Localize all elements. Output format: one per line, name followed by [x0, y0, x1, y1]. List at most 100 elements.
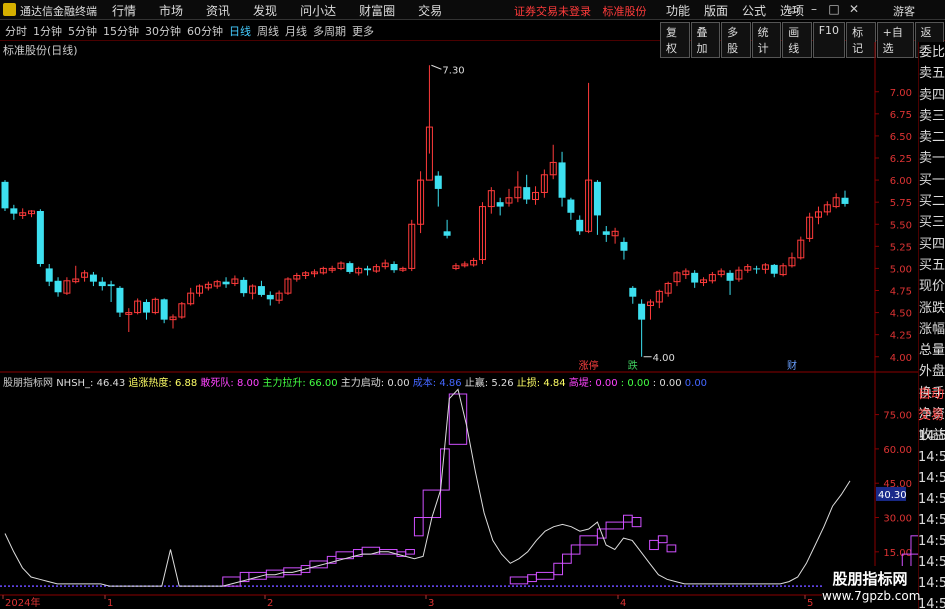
event-marker-1: 跌 — [628, 359, 638, 372]
candle-body — [346, 263, 354, 272]
trade-time-field-5: 14:56 — [918, 492, 945, 507]
main-chart-title: 标准股份(日线) — [3, 43, 78, 57]
event-marker-0: 涨停 — [579, 359, 599, 372]
candle-body — [240, 279, 248, 294]
candle-body — [567, 199, 575, 213]
trade-time-field-7: 14:56 — [918, 534, 945, 549]
price-tick-label-2: 6.50 — [890, 132, 912, 143]
trade-time-field-8: 14:56 — [918, 555, 945, 570]
candle-body — [434, 175, 442, 189]
quote-field-5: 卖一 — [919, 151, 945, 167]
candle-body — [89, 274, 97, 282]
indicator-header: 股朋指标网 NHSH_: 46.43 追涨热度: 6.88 敢死队: 8.00 … — [3, 376, 707, 389]
indicator-box — [335, 551, 354, 560]
watermark-url: www.7gpzb.com — [822, 589, 921, 603]
candle-body — [116, 287, 124, 313]
high-price-label: 7.30 — [442, 65, 464, 76]
candle-body — [602, 231, 610, 235]
indicator-item-9: : 0.00 — [621, 378, 653, 389]
quote-field-7: 买二 — [919, 194, 945, 210]
indicator-box — [448, 393, 468, 445]
indicator-item-4: 主力启动: 0.00 — [341, 376, 413, 389]
candle-body — [54, 280, 62, 293]
indicator-box — [361, 546, 381, 555]
trade-time-panel: 自动交易 14:56 14:56 14:56 14:56 14:56 14:56 14:56 1… — [918, 384, 945, 609]
candle-body — [638, 303, 646, 320]
low-price-label: 4.00 — [653, 353, 675, 364]
date-label-2: 2 — [267, 598, 273, 609]
price-tick-label-9: 4.75 — [890, 287, 912, 298]
indicator-item-3: 主力拉升: 66.00 — [262, 376, 340, 389]
nhsh-line — [4, 388, 851, 587]
quote-field-2: 卖四 — [919, 87, 945, 103]
indicator-item-5: 成本: 4.86 — [413, 376, 465, 389]
quote-field-1: 卖五 — [919, 66, 945, 82]
date-label-5: 5 — [807, 598, 813, 609]
indicator-tick-label-0: 75.00 — [883, 411, 912, 422]
indicator-box — [509, 576, 529, 585]
candle-body — [523, 187, 531, 200]
quote-field-12: 涨跌 — [919, 300, 945, 316]
indicator-box — [631, 517, 642, 528]
indicator-box — [570, 544, 581, 555]
indicator-tick-label-4: 15.00 — [883, 548, 912, 559]
trade-time-field-1[interactable]: 交易 — [918, 405, 945, 426]
indicator-box — [910, 535, 918, 555]
trade-time-field-3: 14:56 — [918, 450, 945, 465]
indicator-box — [222, 576, 241, 587]
price-tick-label-4: 6.00 — [890, 176, 912, 187]
watermark: 股朋指标网 www.7gpzb.com — [822, 566, 921, 609]
indicator-item-6: 止赢: 5.26 — [465, 376, 517, 389]
indicator-box — [527, 574, 537, 583]
indicator-box — [579, 535, 598, 546]
candle-body — [841, 197, 849, 204]
price-tick-label-1: 6.75 — [890, 110, 912, 121]
price-tick-label-12: 4.00 — [890, 353, 912, 364]
candle-body — [45, 268, 53, 282]
candle-body — [496, 202, 504, 207]
indicator-name[interactable]: 股朋指标网 — [3, 376, 56, 389]
quote-field-8: 买三 — [919, 215, 945, 231]
quote-field-15: 外盘 — [919, 364, 945, 380]
candle-body — [726, 272, 734, 281]
indicator-box — [535, 571, 555, 580]
trade-time-field-6: 14:56 — [918, 513, 945, 528]
high-pointer — [431, 64, 442, 70]
indicator-item-7: 止损: 4.84 — [517, 376, 569, 389]
candle-body — [98, 281, 106, 287]
candle-body — [443, 231, 451, 236]
trade-time-field-4: 14:56 — [918, 471, 945, 486]
current-value-label: 40.30 — [878, 490, 907, 501]
indicator-box — [553, 562, 564, 576]
indicator-tick-label-1: 60.00 — [883, 445, 912, 456]
indicator-item-1: 追涨热度: 6.88 — [128, 376, 200, 389]
indicator-tick-label-3: 30.00 — [883, 514, 912, 525]
quote-field-6: 买一 — [919, 172, 945, 188]
indicator-item-0: NHSH_: 46.43 — [56, 378, 128, 389]
candle-body — [576, 219, 584, 232]
candle-body — [107, 284, 115, 287]
candle-body — [142, 301, 150, 313]
candle-body — [364, 268, 372, 271]
trade-time-field-0[interactable]: 自动 — [918, 384, 945, 405]
candle-body — [770, 264, 778, 274]
price-tick-label-6: 5.50 — [890, 220, 912, 231]
indicator-box — [440, 448, 450, 491]
candle-body — [753, 268, 761, 270]
candle-body — [558, 162, 566, 198]
candle-body — [36, 211, 44, 264]
candle-body — [390, 264, 398, 271]
quote-field-14: 总量 — [919, 343, 945, 359]
candle-body — [257, 286, 265, 295]
candle-body — [10, 208, 18, 214]
price-tick-label-7: 5.25 — [890, 242, 912, 253]
indicator-item-11: 0.00 — [685, 378, 707, 389]
indicator-box — [657, 535, 668, 544]
price-tick-label-0: 7.00 — [890, 88, 912, 99]
quote-field-4: 卖二 — [919, 130, 945, 146]
indicator-item-10: : 0.00 — [653, 378, 685, 389]
kline-chart-area[interactable]: 标准股份(日线) 7.00 6.75 6.50 6.25 6.00 5.75 5.50 5.25… — [0, 0, 918, 609]
indicator-box — [413, 517, 424, 537]
price-tick-label-8: 5.00 — [890, 264, 912, 275]
quote-field-11: 现价 — [919, 279, 945, 295]
